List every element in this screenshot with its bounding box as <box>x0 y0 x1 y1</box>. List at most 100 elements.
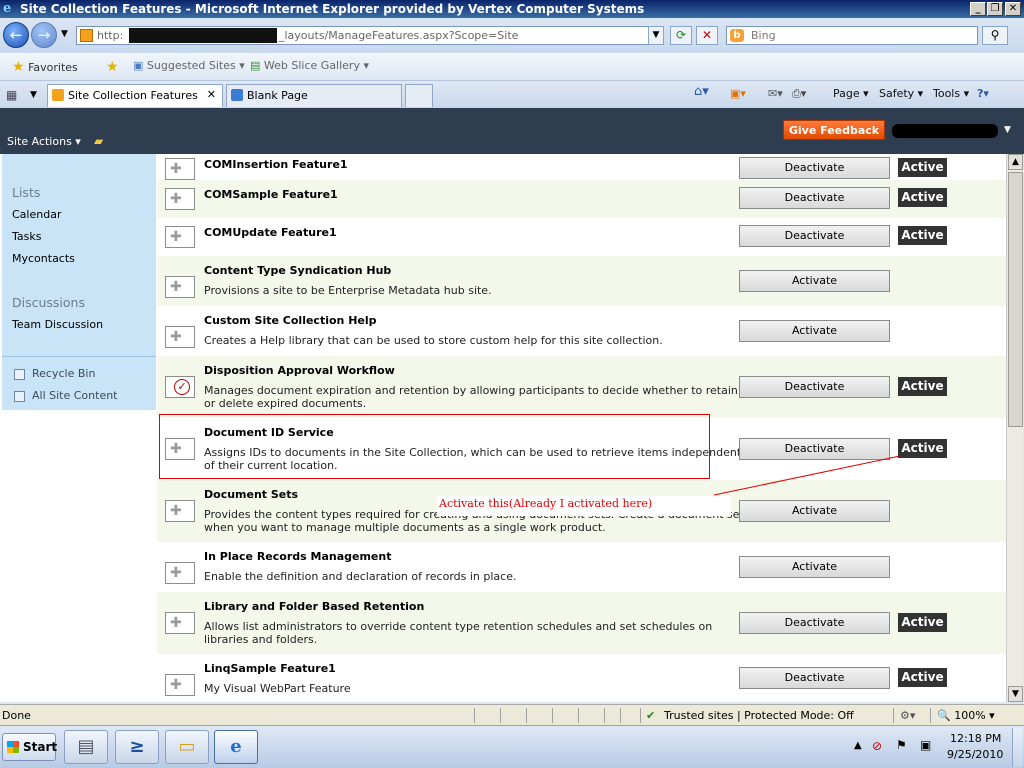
tab-list-dropdown-icon[interactable]: ▼ <box>30 90 37 100</box>
deactivate-button[interactable]: Deactivate <box>739 376 890 398</box>
feature-icon: ✚ <box>165 562 195 584</box>
tab-blank-page[interactable]: Blank Page <box>226 84 402 107</box>
feature-description: My Visual WebPart Feature <box>204 682 351 695</box>
feature-icon: ✓ <box>165 376 195 398</box>
action-center-flag-icon[interactable]: ⚑ <box>896 738 907 752</box>
tab-favicon-icon <box>231 89 243 101</box>
feature-title: Content Type Syndication Hub <box>204 264 392 277</box>
print-icon[interactable]: ⎙▾ <box>792 87 806 101</box>
page-menu-label: Page <box>833 87 860 100</box>
clock-time[interactable]: 12:18 PM <box>950 732 1001 745</box>
stop-icon[interactable]: ✕ <box>696 26 718 45</box>
forward-button[interactable]: → <box>31 22 57 48</box>
system-tray: ▲ ⊘ ⚑ ▣ 12:18 PM 9/25/2010 <box>850 728 1022 767</box>
activate-button[interactable]: Activate <box>739 500 890 522</box>
feature-row: ✚ Library and Folder Based Retention Allow… <box>157 592 1006 654</box>
quick-tabs-icon[interactable]: ▦ <box>6 88 17 102</box>
nav-link-mycontacts[interactable]: Mycontacts <box>12 252 75 265</box>
deactivate-button[interactable]: Deactivate <box>739 438 890 460</box>
tools-menu[interactable]: Tools ▾ <box>933 87 969 100</box>
nav-link-tasks[interactable]: Tasks <box>12 230 41 243</box>
lists-heading[interactable]: Lists <box>12 185 40 200</box>
status-text: Done <box>2 709 31 722</box>
nav-link-team-discussion[interactable]: Team Discussion <box>12 318 103 331</box>
feeds-icon[interactable]: ▣▾ <box>730 87 746 100</box>
mail-icon[interactable]: ✉▾ <box>768 87 783 100</box>
feature-description: Provisions a site to be Enterprise Metad… <box>204 284 492 297</box>
start-button[interactable]: Start <box>2 733 57 761</box>
favorites-button[interactable]: ★ Favorites <box>12 59 78 75</box>
show-hidden-icons-icon[interactable]: ▲ <box>854 740 862 751</box>
help-icon[interactable]: ?▾ <box>977 87 989 100</box>
deactivate-button[interactable]: Deactivate <box>739 225 890 247</box>
explorer-folder-icon[interactable]: ▭ <box>165 730 209 764</box>
deactivate-button[interactable]: Deactivate <box>739 187 890 209</box>
suggested-sites-button[interactable]: ▣ Suggested Sites ▾ <box>133 59 245 72</box>
workflow-check-icon: ✓ <box>174 379 190 395</box>
protected-mode-icon[interactable]: ⚙▾ <box>900 709 915 722</box>
close-tab-icon[interactable]: ✕ <box>207 88 216 101</box>
home-icon[interactable]: ⌂▾ <box>694 84 709 99</box>
activate-button[interactable]: Activate <box>739 320 890 342</box>
nav-link-recycle-bin[interactable]: Recycle Bin <box>32 367 95 380</box>
search-go-icon[interactable]: ⚲ <box>982 26 1008 45</box>
new-tab-button[interactable] <box>405 84 433 107</box>
page-menu[interactable]: Page ▾ <box>833 87 869 100</box>
feature-title: COMSample Feature1 <box>204 188 338 201</box>
address-dropdown-icon[interactable]: ▼ <box>648 26 664 45</box>
window-title: Site Collection Features - Microsoft Int… <box>20 2 645 16</box>
search-input[interactable]: b Bing <box>726 26 978 45</box>
tab-bar: ▦ ▼ Site Collection Features ✕ Blank Pag… <box>0 81 1024 108</box>
navigate-up-icon[interactable]: ▰ <box>94 134 103 148</box>
feature-description: Enable the definition and declaration of… <box>204 570 517 583</box>
tab-site-collection-features[interactable]: Site Collection Features ✕ <box>47 84 223 107</box>
site-actions-menu[interactable]: Site Actions ▾ <box>7 135 81 148</box>
safety-menu[interactable]: Safety ▾ <box>879 87 923 100</box>
internet-explorer-taskbar-icon[interactable]: e <box>214 730 258 764</box>
vertical-scrollbar[interactable]: ▲ ▼ <box>1006 154 1023 702</box>
address-input[interactable]: http: _layouts/ManageFeatures.aspx?Scope… <box>76 26 664 45</box>
feature-title: Custom Site Collection Help <box>204 314 377 327</box>
puzzle-icon: ✚ <box>170 329 182 345</box>
scroll-up-arrow-icon[interactable]: ▲ <box>1008 154 1023 170</box>
minimize-button[interactable]: _ <box>970 2 986 16</box>
back-button[interactable]: ← <box>3 22 29 48</box>
network-icon[interactable]: ⊘ <box>872 739 882 753</box>
zoom-control[interactable]: 🔍 100% ▾ <box>937 709 995 722</box>
scrollbar-thumb[interactable] <box>1008 172 1023 427</box>
redacted-user-name[interactable] <box>892 124 998 138</box>
deactivate-button[interactable]: Deactivate <box>739 667 890 689</box>
activate-button[interactable]: Activate <box>739 556 890 578</box>
discussions-heading[interactable]: Discussions <box>12 295 85 310</box>
web-slice-icon: ▤ <box>250 59 261 72</box>
feature-icon: ✚ <box>165 276 195 298</box>
user-menu-dropdown-icon[interactable]: ▼ <box>1004 125 1011 135</box>
nav-link-all-site-content[interactable]: All Site Content <box>32 389 118 402</box>
feature-icon: ✚ <box>165 226 195 248</box>
refresh-icon[interactable]: ⟳ <box>670 26 692 45</box>
feature-description: Creates a Help library that can be used … <box>204 334 663 347</box>
feature-title: COMUpdate Feature1 <box>204 226 337 239</box>
clock-date[interactable]: 9/25/2010 <box>947 748 1003 761</box>
powershell-icon[interactable]: ≥ <box>115 730 159 764</box>
nav-link-calendar[interactable]: Calendar <box>12 208 61 221</box>
annotation-label: Activate this(Already I activated here) <box>437 496 731 516</box>
scroll-down-arrow-icon[interactable]: ▼ <box>1008 686 1023 702</box>
security-zone[interactable]: Trusted sites | Protected Mode: Off <box>664 709 854 722</box>
display-icon[interactable]: ▣ <box>920 738 931 752</box>
server-manager-icon[interactable]: ▤ <box>64 730 108 764</box>
add-favorite-icon[interactable]: ★ <box>106 59 119 75</box>
web-slice-gallery-button[interactable]: ▤ Web Slice Gallery ▾ <box>250 59 369 72</box>
give-feedback-button[interactable]: Give Feedback <box>783 120 885 140</box>
deactivate-button[interactable]: Deactivate <box>739 157 890 179</box>
deactivate-button[interactable]: Deactivate <box>739 612 890 634</box>
redacted-host <box>129 28 277 43</box>
show-desktop-button[interactable] <box>1012 728 1022 767</box>
history-dropdown-icon[interactable]: ▼ <box>61 29 68 39</box>
active-status-badge: Active <box>898 668 947 687</box>
close-window-button[interactable]: ✕ <box>1005 2 1021 16</box>
windows-logo-icon <box>7 741 19 753</box>
active-status-badge: Active <box>898 439 947 458</box>
maximize-button[interactable]: ❐ <box>987 2 1003 16</box>
activate-button[interactable]: Activate <box>739 270 890 292</box>
